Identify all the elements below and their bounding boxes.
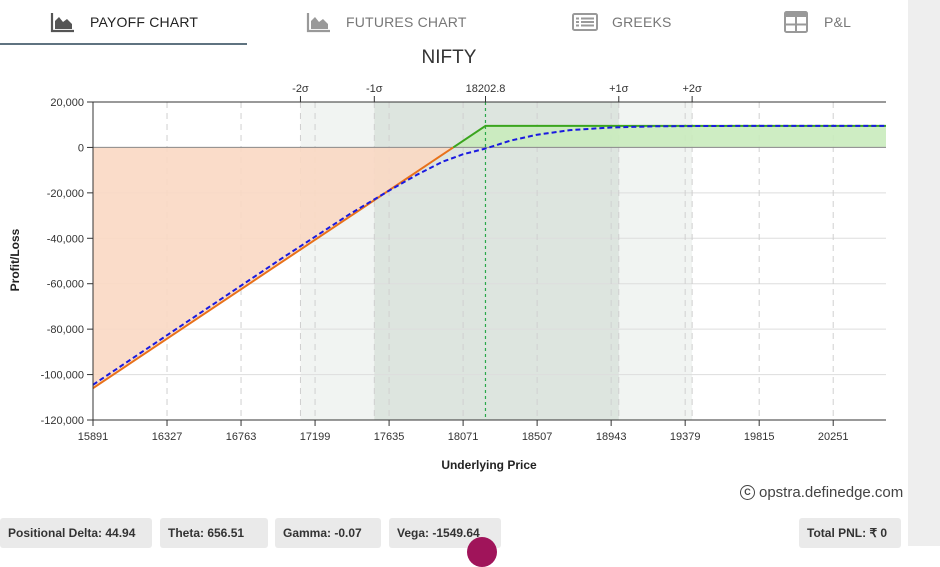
- x-tick-label: 17199: [300, 431, 331, 443]
- tab-pnl-label: P&L: [824, 14, 852, 30]
- stat-total-pnl-text: Total PNL: ₹ 0: [807, 526, 888, 540]
- x-tick-label: 19815: [744, 431, 775, 443]
- tab-futures-chart[interactable]: FUTURES CHART: [306, 0, 467, 44]
- stat-vega-text: Vega: -1549.64: [397, 526, 480, 540]
- y-tick-label: 0: [78, 142, 84, 154]
- y-tick-label: -80,000: [47, 324, 84, 336]
- x-tick-label: 18943: [596, 431, 627, 443]
- notification-badge[interactable]: [467, 537, 497, 567]
- y-axis-label: Profit/Loss: [8, 228, 22, 291]
- sigma-label: +1σ: [609, 83, 629, 95]
- x-tick-label: 17635: [374, 431, 405, 443]
- sigma-label: -2σ: [292, 83, 309, 95]
- chart-tabs: PAYOFF CHART FUTURES CHART GREEKS P&L: [0, 0, 908, 46]
- area-chart-icon: [306, 13, 330, 33]
- x-tick-label: 16327: [152, 431, 183, 443]
- area-chart-icon: [50, 13, 74, 33]
- scrollbar-track[interactable]: [908, 0, 940, 546]
- y-tick-label: -120,000: [41, 415, 84, 427]
- tab-greeks[interactable]: GREEKS: [572, 0, 672, 44]
- stat-positional-delta-text: Positional Delta: 44.94: [8, 526, 136, 540]
- tab-payoff-chart-label: PAYOFF CHART: [90, 14, 199, 30]
- sigma-label: -1σ: [366, 83, 383, 95]
- stat-gamma-text: Gamma: -0.07: [283, 526, 362, 540]
- y-tick-label: -40,000: [47, 233, 84, 245]
- stat-positional-delta: Positional Delta: 44.94: [0, 518, 152, 548]
- sigma-label: 18202.8: [466, 83, 506, 95]
- x-tick-label: 16763: [226, 431, 257, 443]
- profit-area: [453, 125, 886, 148]
- tab-greeks-label: GREEKS: [612, 14, 672, 30]
- grid-table-icon: [784, 11, 808, 33]
- x-tick-label: 15891: [78, 431, 109, 443]
- tab-payoff-chart[interactable]: PAYOFF CHART: [50, 0, 198, 44]
- x-tick-label: 18071: [448, 431, 479, 443]
- sigma-label: +2σ: [682, 83, 702, 95]
- y-tick-label: 20,000: [50, 97, 84, 109]
- x-axis-label: Underlying Price: [441, 458, 537, 472]
- watermark-text: opstra.definedge.com: [759, 484, 904, 501]
- stat-theta-text: Theta: 656.51: [168, 526, 245, 540]
- copyright-icon: C: [740, 485, 755, 500]
- stat-gamma: Gamma: -0.07: [275, 518, 381, 548]
- stat-total-pnl: Total PNL: ₹ 0: [799, 518, 901, 548]
- chart-title: NIFTY: [422, 47, 477, 68]
- stat-theta: Theta: 656.51: [160, 518, 268, 548]
- watermark: C opstra.definedge.com: [740, 484, 903, 501]
- tab-pnl[interactable]: P&L: [784, 0, 851, 44]
- y-tick-label: -100,000: [41, 370, 84, 382]
- x-tick-label: 20251: [818, 431, 849, 443]
- active-tab-indicator: [0, 43, 247, 45]
- x-tick-label: 19379: [670, 431, 701, 443]
- x-tick-label: 18507: [522, 431, 553, 443]
- payoff-chart: 20,000 0 -20,000 -40,000 -60,000 -80,000 -100,…: [8, 47, 886, 472]
- list-table-icon: [572, 13, 598, 31]
- y-tick-label: -60,000: [47, 279, 84, 291]
- y-tick-label: -20,000: [47, 188, 84, 200]
- tab-futures-chart-label: FUTURES CHART: [346, 14, 467, 30]
